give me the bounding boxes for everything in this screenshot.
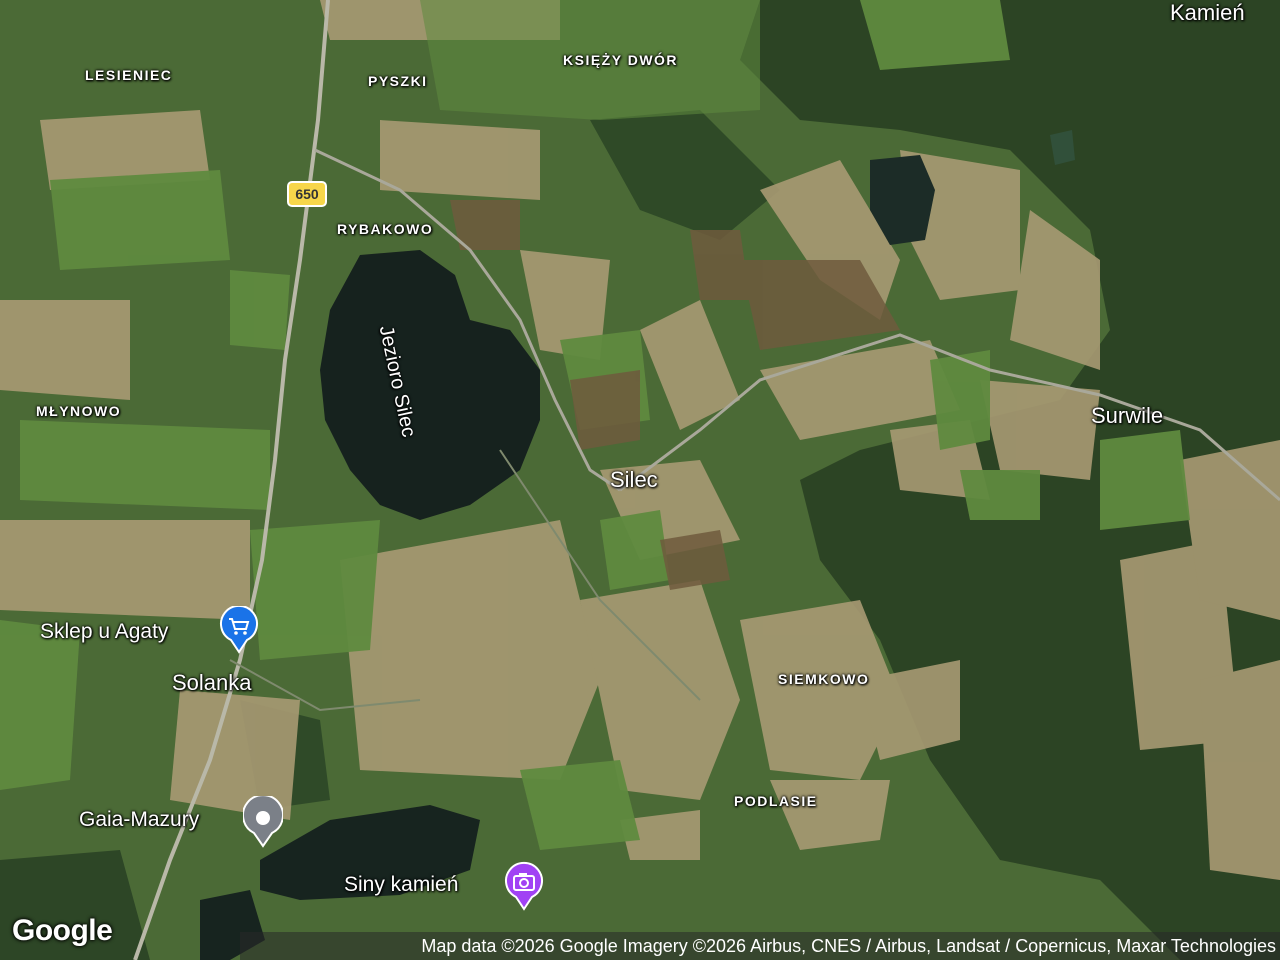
- place-label-surwile[interactable]: Surwile: [1091, 403, 1163, 429]
- place-label-silec[interactable]: Silec: [610, 467, 658, 493]
- poi-label-gaia-mazury[interactable]: Gaia-Mazury: [79, 808, 199, 832]
- place-label-kamien[interactable]: Kamień: [1170, 0, 1245, 26]
- place-label-ksiezy-dwor[interactable]: KSIĘŻY DWÓR: [563, 52, 678, 68]
- place-label-mlynowo[interactable]: MŁYNOWO: [36, 403, 121, 419]
- poi-pin-siny-kamien[interactable]: [504, 861, 544, 911]
- place-label-podlasie[interactable]: PODLASIE: [734, 793, 818, 809]
- google-logo: Google: [12, 914, 113, 947]
- place-label-lesieniec[interactable]: LESIENIEC: [85, 67, 172, 83]
- place-label-pyszki[interactable]: PYSZKI: [368, 73, 428, 89]
- route-650-shield: 650: [287, 181, 327, 207]
- place-label-siemkowo[interactable]: SIEMKOWO: [778, 671, 869, 687]
- poi-pin-gaia-mazury[interactable]: [242, 794, 284, 848]
- map-attribution[interactable]: Map data ©2026 Google Imagery ©2026 Airb…: [240, 932, 1280, 960]
- poi-pin-sklep-u-agaty[interactable]: [219, 604, 259, 654]
- poi-label-siny-kamien[interactable]: Siny kamień: [344, 873, 458, 897]
- place-label-rybakowo[interactable]: RYBAKOWO: [337, 221, 433, 237]
- place-label-solanka[interactable]: Solanka: [172, 670, 252, 696]
- location-dot-icon: [242, 794, 284, 848]
- shopping-cart-icon: [220, 604, 258, 654]
- camera-icon: [505, 861, 543, 911]
- poi-label-sklep-u-agaty[interactable]: Sklep u Agaty: [40, 620, 168, 644]
